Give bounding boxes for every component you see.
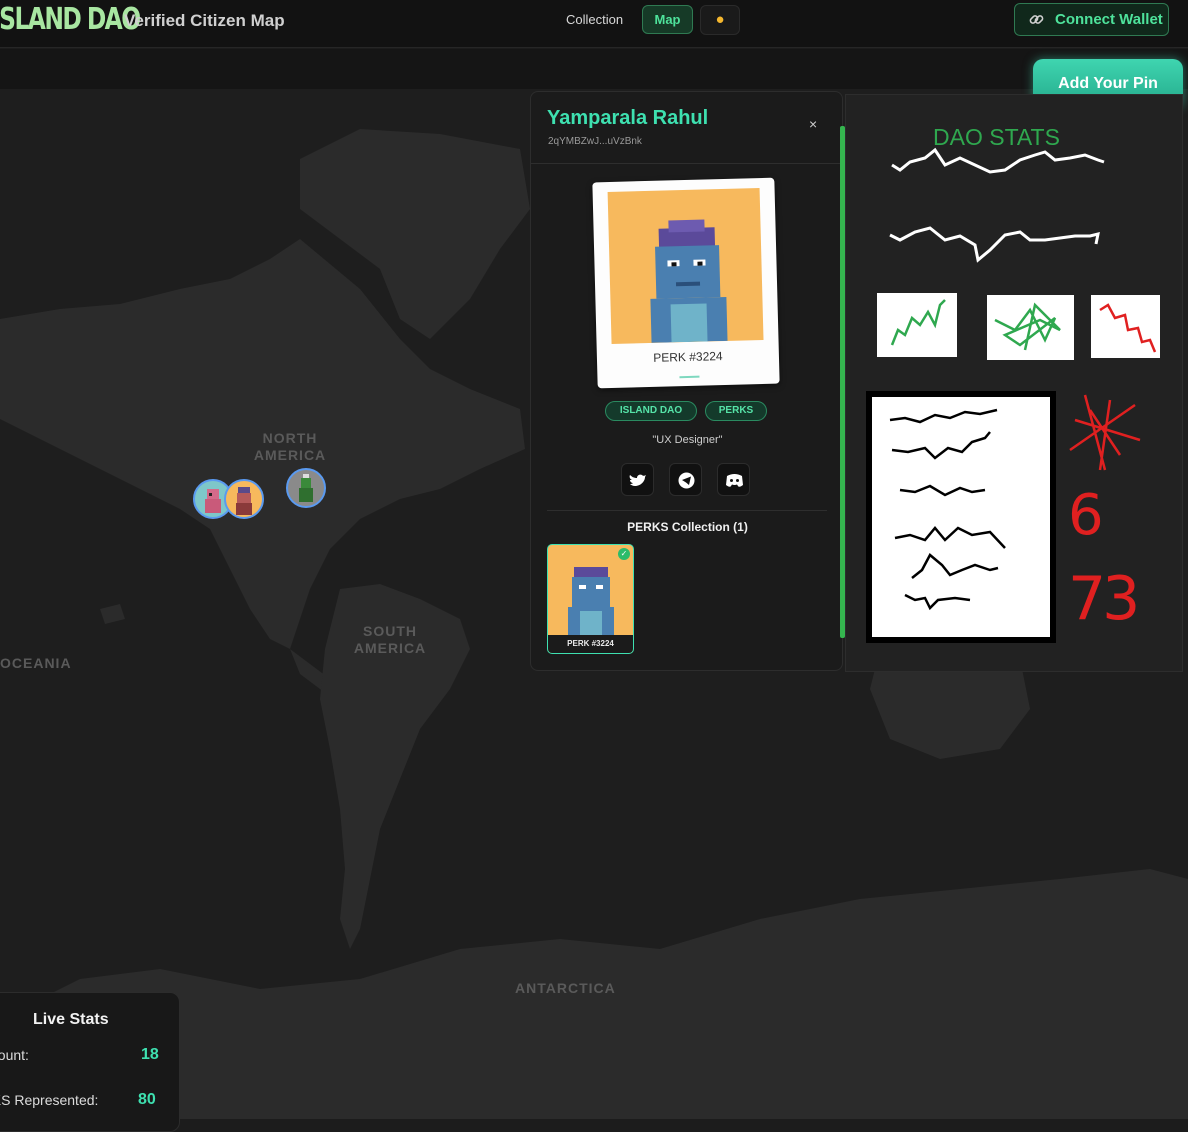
- nft-caption: PERK #3224: [653, 349, 723, 365]
- stat-value: 18: [141, 1047, 159, 1063]
- wallet-address: 2qYMBZwJ...uVzBnk: [548, 136, 642, 147]
- theme-toggle-button[interactable]: ●: [700, 5, 740, 35]
- caption-accent: [679, 375, 700, 379]
- live-stats-panel: Live Stats Citizen Count: 18 PERKS Repre…: [0, 992, 180, 1132]
- divider: [547, 510, 827, 511]
- citizen-profile-panel: Yamparala Rahul 2qYMBZwJ...uVzBnk × PERK…: [530, 91, 843, 671]
- stat-row-citizens: Citizen Count: 18: [0, 1047, 181, 1067]
- nav-map-tab[interactable]: Map: [642, 5, 693, 34]
- page-title: Verified Citizen Map: [124, 11, 285, 30]
- connect-wallet-button[interactable]: Connect Wallet: [1014, 3, 1169, 36]
- telegram-icon: [678, 472, 695, 489]
- citizen-pin[interactable]: [286, 468, 326, 508]
- label-north-america: NORTH AMERICA: [253, 430, 327, 463]
- nav-collection-link[interactable]: Collection: [566, 12, 623, 27]
- collection-title: PERKS Collection (1): [627, 520, 748, 534]
- profile-role: "UX Designer": [652, 434, 723, 446]
- stat-label: PERKS Represented:: [0, 1092, 99, 1108]
- twitter-button[interactable]: [621, 463, 654, 496]
- telegram-button[interactable]: [669, 463, 702, 496]
- island-dao-logo[interactable]: ISLAND DAO: [0, 2, 141, 37]
- label-antarctica: ANTARCTICA: [515, 980, 616, 996]
- link-icon: [1029, 4, 1044, 46]
- live-stats-title: Live Stats: [33, 1011, 109, 1028]
- stat-label: Citizen Count:: [0, 1047, 29, 1063]
- stat-value: 80: [138, 1092, 156, 1108]
- collection-nft-card[interactable]: ✓ PERK #3224: [547, 544, 634, 654]
- sub-toolbar: [0, 49, 1188, 89]
- profile-name: Yamparala Rahul: [547, 107, 709, 129]
- discord-button[interactable]: [717, 463, 750, 496]
- dao-stat-number: 6: [1068, 483, 1104, 548]
- citizen-avatar: [299, 474, 313, 502]
- close-icon[interactable]: ×: [809, 116, 817, 132]
- divider: [531, 163, 842, 164]
- label-oceania: OCEANIA: [0, 655, 72, 671]
- citizen-pin[interactable]: [224, 479, 264, 519]
- discord-icon: [726, 474, 743, 487]
- top-header: ISLAND DAO Verified Citizen Map Collecti…: [0, 0, 1188, 48]
- verified-check-icon: ✓: [618, 548, 630, 560]
- tag-perks[interactable]: PERKS: [705, 401, 767, 421]
- dao-stats-title: DAO STATS: [933, 124, 1060, 150]
- nft-image: [607, 188, 764, 344]
- nft-card-label: PERK #3224: [548, 635, 633, 653]
- label-south-america: SOUTH AMERICA: [353, 623, 427, 656]
- citizen-avatar: [236, 487, 252, 515]
- tag-island-dao[interactable]: ISLAND DAO: [605, 401, 697, 421]
- dao-stat-number: 73: [1068, 564, 1140, 634]
- stat-row-perks: PERKS Represented: 80: [0, 1092, 181, 1112]
- sun-icon: ●: [715, 11, 725, 28]
- profile-nft-polaroid: PERK #3224: [592, 177, 780, 389]
- twitter-icon: [629, 474, 646, 486]
- connect-wallet-label: Connect Wallet: [1055, 11, 1163, 28]
